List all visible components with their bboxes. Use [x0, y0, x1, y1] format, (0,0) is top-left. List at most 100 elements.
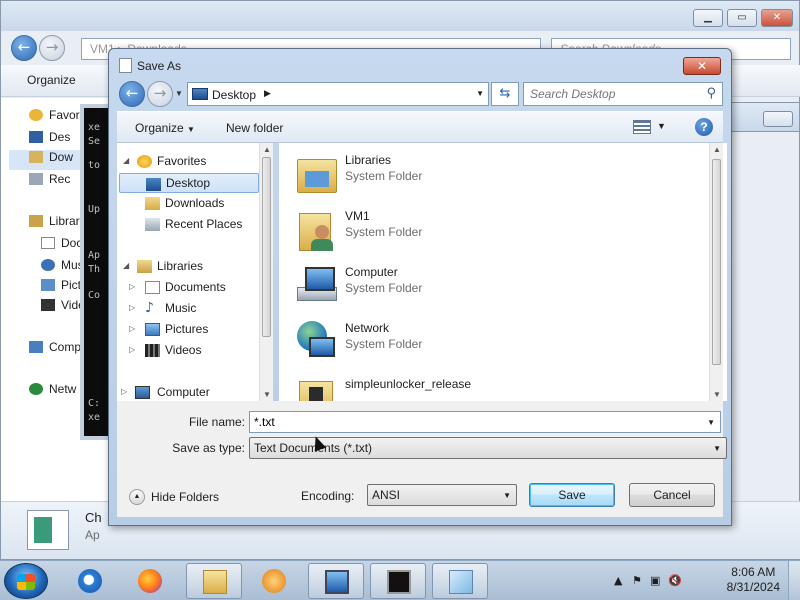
computer-icon: [295, 265, 339, 307]
search-input[interactable]: [530, 87, 700, 101]
recent-locations-dropdown-icon[interactable]: ▼: [175, 89, 183, 98]
clock[interactable]: 8:06 AM 8/31/2024: [727, 565, 780, 595]
chevron-down-icon[interactable]: ▼: [503, 491, 511, 500]
file-list-scrollbar[interactable]: ▲ ▼: [709, 143, 723, 401]
tree-label: Favorites: [157, 154, 207, 168]
network-tray-icon[interactable]: ▣: [650, 574, 660, 587]
show-desktop-button[interactable]: [788, 561, 800, 600]
nav-item[interactable]: Netw: [29, 382, 76, 402]
tree-scrollbar[interactable]: ▲ ▼: [259, 143, 273, 401]
organize-label: Organize: [135, 121, 184, 135]
nav-item[interactable]: Des: [29, 130, 70, 150]
minimize-button[interactable]: [763, 111, 793, 127]
nav-item[interactable]: Rec: [29, 172, 70, 192]
nav-item[interactable]: Pict: [41, 278, 81, 298]
nav-item[interactable]: Vide: [41, 298, 85, 318]
tree-item-pictures[interactable]: ▷ Pictures: [117, 319, 257, 339]
address-bar[interactable]: Desktop ▶ ▼: [187, 82, 489, 106]
tree-item-documents[interactable]: ▷ Documents: [117, 277, 257, 297]
scroll-down-icon[interactable]: ▼: [713, 390, 721, 399]
address-dropdown-icon[interactable]: ▼: [476, 89, 484, 98]
file-item-computer[interactable]: Computer System Folder: [287, 257, 667, 313]
help-icon[interactable]: ?: [695, 118, 713, 136]
forward-button[interactable]: →: [147, 81, 173, 107]
chevron-down-icon[interactable]: ▼: [713, 444, 721, 453]
expand-arrow-icon[interactable]: ▷: [129, 340, 135, 360]
organize-button[interactable]: Organize ▼: [135, 121, 195, 135]
libraries-icon: [295, 153, 339, 195]
search-icon[interactable]: ⚲: [706, 86, 716, 101]
tree-item-downloads[interactable]: Downloads: [117, 193, 257, 213]
refresh-icon[interactable]: ⇆: [491, 82, 519, 106]
chevron-down-icon[interactable]: ▼: [707, 418, 715, 427]
tree-item-music[interactable]: ▷ ♪ Music: [117, 298, 257, 318]
collapse-arrow-icon[interactable]: ◢: [123, 151, 129, 171]
address-desktop[interactable]: Desktop: [212, 88, 256, 102]
view-options-dropdown-icon[interactable]: ▼: [657, 121, 666, 131]
nav-item[interactable]: Favor: [29, 108, 80, 128]
windows-logo-icon: [17, 574, 35, 590]
maximize-button[interactable]: ▭: [727, 9, 757, 27]
file-thumbnail-icon: [27, 510, 69, 550]
new-folder-button[interactable]: New folder: [226, 121, 283, 135]
taskbar-media-player[interactable]: [246, 563, 302, 599]
volume-muted-icon[interactable]: 🔇: [668, 574, 682, 587]
libraries-icon: [29, 215, 43, 227]
taskbar-windows-explorer[interactable]: [186, 563, 242, 599]
nav-item[interactable]: Mus: [41, 258, 84, 278]
search-box[interactable]: ⚲: [523, 82, 723, 106]
taskbar-command-prompt[interactable]: [370, 563, 426, 599]
tree-item-computer[interactable]: ▷ Computer: [117, 382, 257, 401]
computer-icon: [135, 386, 150, 399]
tree-item-favorites[interactable]: ◢ Favorites: [117, 151, 257, 171]
scroll-up-icon[interactable]: ▲: [713, 145, 721, 154]
expand-arrow-icon[interactable]: ▷: [121, 382, 127, 401]
back-button[interactable]: ←: [11, 35, 37, 61]
internet-explorer-icon: [78, 569, 102, 593]
file-item-libraries[interactable]: Libraries System Folder: [287, 145, 667, 201]
minimize-button[interactable]: ▁: [693, 9, 723, 27]
cancel-button[interactable]: Cancel: [629, 483, 715, 507]
expand-arrow-icon[interactable]: ▷: [129, 277, 135, 297]
taskbar-firefox[interactable]: [122, 563, 178, 599]
tree-item-libraries[interactable]: ◢ Libraries: [117, 256, 257, 276]
save-button[interactable]: Save: [529, 483, 615, 507]
encoding-select[interactable]: ANSI ▼: [367, 484, 517, 506]
action-center-flag-icon[interactable]: ⚑: [632, 574, 642, 587]
breadcrumb-arrow-icon[interactable]: ▶: [264, 88, 271, 99]
tree-item-videos[interactable]: ▷ Videos: [117, 340, 257, 360]
dialog-close-button[interactable]: ✕: [683, 57, 721, 75]
scroll-up-icon[interactable]: ▲: [263, 145, 271, 154]
details-file-type: Ap: [85, 528, 100, 542]
nav-item[interactable]: Librar: [29, 214, 80, 234]
start-button[interactable]: [4, 563, 48, 599]
taskbar-control-panel[interactable]: [308, 563, 364, 599]
file-name-combobox[interactable]: ▼: [249, 411, 721, 433]
taskbar-notepad[interactable]: [432, 563, 488, 599]
nav-label: Librar: [49, 214, 80, 228]
scroll-thumb[interactable]: [262, 157, 271, 337]
scroll-down-icon[interactable]: ▼: [263, 390, 271, 399]
expand-arrow-icon[interactable]: ▷: [129, 298, 135, 318]
collapse-arrow-icon[interactable]: ◢: [123, 256, 129, 276]
change-view-icon[interactable]: [633, 120, 651, 134]
forward-button[interactable]: →: [39, 35, 65, 61]
file-name-field[interactable]: [254, 415, 694, 429]
expand-arrow-icon[interactable]: ▷: [129, 319, 135, 339]
file-item-network[interactable]: Network System Folder: [287, 313, 667, 369]
scroll-thumb[interactable]: [712, 159, 721, 365]
tree-label: Music: [165, 301, 197, 315]
close-button[interactable]: ✕: [761, 9, 793, 27]
taskbar-internet-explorer[interactable]: [62, 563, 118, 599]
user-folder-icon: [295, 209, 339, 251]
back-button[interactable]: ←: [119, 81, 145, 107]
organize-button[interactable]: Organize: [27, 73, 76, 87]
file-item-vm1[interactable]: VM1 System Folder: [287, 201, 667, 257]
file-item-simpleunlocker-release[interactable]: simpleunlocker_release: [287, 369, 667, 401]
nav-item[interactable]: Comp: [29, 340, 81, 360]
background-window-titlebar: [730, 102, 800, 132]
tree-item-desktop[interactable]: Desktop: [119, 173, 259, 193]
nav-item[interactable]: Doc: [41, 236, 82, 256]
show-hidden-icons-icon[interactable]: ▲: [614, 574, 622, 587]
tree-item-recent-places[interactable]: Recent Places: [117, 214, 257, 234]
